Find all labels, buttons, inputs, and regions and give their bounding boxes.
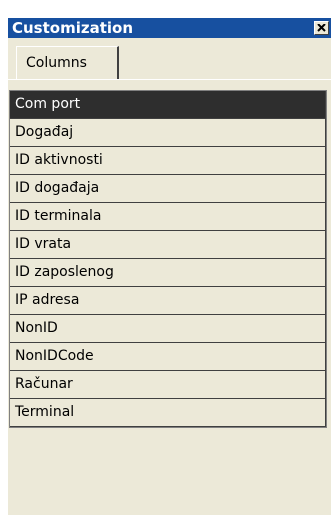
column-item-nonid[interactable]: NonID bbox=[10, 315, 326, 343]
close-icon bbox=[317, 24, 326, 32]
column-item-ip-adresa[interactable]: IP adresa bbox=[10, 287, 326, 315]
column-item-nonidcode[interactable]: NonIDCode bbox=[10, 343, 326, 371]
tab-divider bbox=[8, 79, 331, 80]
column-item-id-terminala[interactable]: ID terminala bbox=[10, 203, 326, 231]
column-item-terminal[interactable]: Terminal bbox=[10, 399, 326, 427]
column-list: Com port Događaj ID aktivnosti ID događa… bbox=[9, 90, 327, 428]
title-bar[interactable]: Customization bbox=[8, 18, 331, 38]
column-item-dogadaj[interactable]: Događaj bbox=[10, 119, 326, 147]
tab-columns[interactable]: Columns bbox=[16, 46, 119, 79]
column-item-id-zaposlenog[interactable]: ID zaposlenog bbox=[10, 259, 326, 287]
column-item-com-port[interactable]: Com port bbox=[10, 91, 326, 119]
tab-strip: Columns bbox=[8, 38, 331, 86]
column-item-id-dogadaja[interactable]: ID događaja bbox=[10, 175, 326, 203]
window-title: Customization bbox=[12, 19, 134, 37]
column-item-id-aktivnosti[interactable]: ID aktivnosti bbox=[10, 147, 326, 175]
column-item-racunar[interactable]: Računar bbox=[10, 371, 326, 399]
column-item-id-vrata[interactable]: ID vrata bbox=[10, 231, 326, 259]
tab-label: Columns bbox=[26, 55, 87, 71]
customization-window: Customization Columns Com port Događaj I… bbox=[8, 18, 331, 515]
close-button[interactable] bbox=[314, 21, 329, 35]
